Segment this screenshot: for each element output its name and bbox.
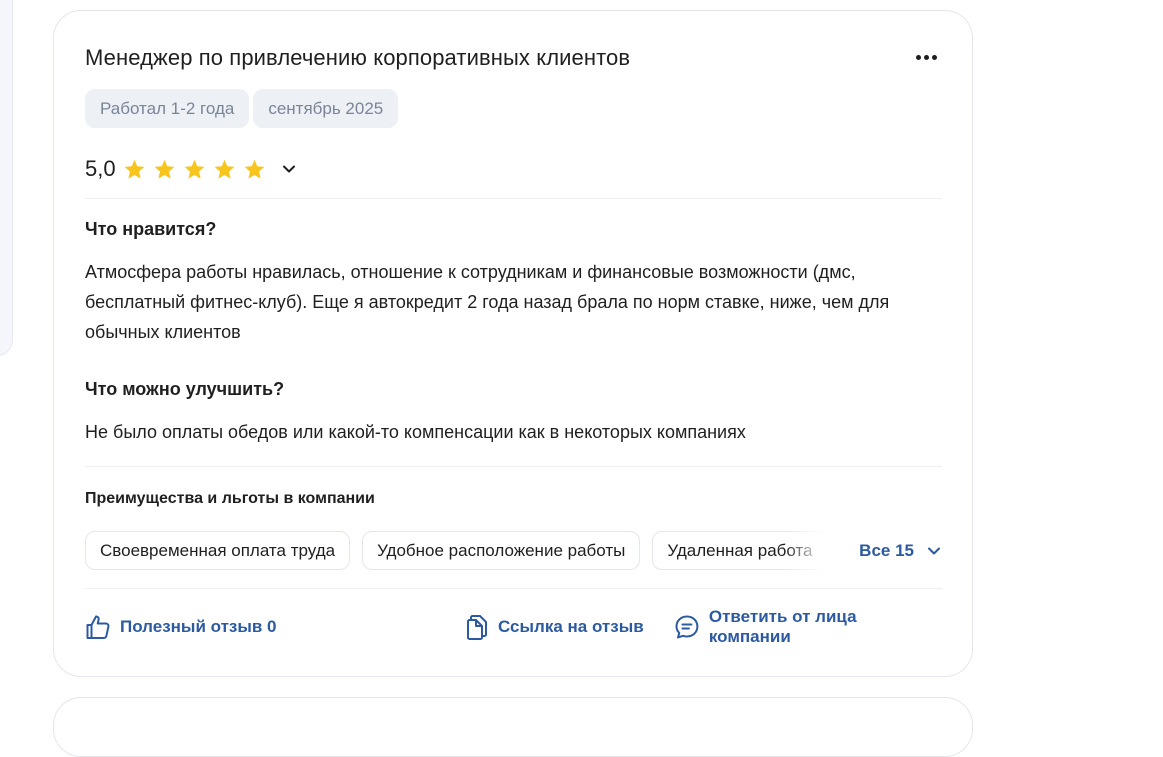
date-tag: сентябрь 2025 (253, 89, 399, 128)
copy-link-button[interactable]: Ссылка на отзыв (465, 611, 644, 643)
show-all-benefits-button[interactable]: Все 15 (824, 531, 942, 571)
divider (85, 198, 942, 199)
star-icon (123, 158, 146, 181)
benefit-chip[interactable]: Удобное расположение работы (362, 531, 641, 570)
pros-heading: Что нравится? (85, 219, 217, 239)
review-title: Менеджер по привлечению корпоративных кл… (85, 45, 631, 70)
review-actions: Полезный отзыв 0 Ссылка на отзыв Ответит… (85, 607, 942, 646)
more-horizontal-icon (915, 54, 921, 60)
experience-tag: Работал 1-2 года (85, 89, 250, 128)
reply-label: Ответить от лица компании (708, 607, 857, 646)
benefit-chip[interactable]: Своевременная оплата труда (85, 531, 351, 570)
reply-as-company-button[interactable]: Ответить от лица компании (674, 607, 942, 646)
review-tags: Работал 1-2 года сентябрь 2025 (85, 89, 399, 128)
chips-fade (784, 531, 824, 571)
thumbs-up-icon (86, 615, 110, 639)
side-panel (0, 0, 13, 356)
helpful-button[interactable]: Полезный отзыв 0 (85, 611, 277, 643)
cons-heading: Что можно улучшить? (85, 379, 285, 399)
copy-link-label: Ссылка на отзыв (498, 617, 644, 636)
rating-value: 5,0 (85, 156, 116, 181)
more-options-button[interactable] (912, 47, 940, 67)
next-review-card (53, 697, 973, 757)
chevron-down-icon (928, 547, 940, 555)
copy-icon (467, 615, 487, 640)
pros-text: Атмосфера работы нравилась, отношение к … (85, 262, 890, 342)
star-icon (183, 158, 206, 181)
star-icon (213, 158, 236, 181)
divider (85, 466, 942, 467)
star-icon (153, 158, 176, 181)
rating-row: 5,0 (85, 156, 297, 182)
helpful-label: Полезный отзыв 0 (120, 617, 277, 636)
chat-icon (675, 615, 699, 639)
rating-details-toggle[interactable] (281, 161, 297, 177)
star-icon (243, 158, 266, 181)
divider (85, 588, 942, 589)
show-all-label: Все 15 (859, 541, 914, 560)
rating-stars (123, 158, 266, 181)
chevron-down-icon (282, 165, 295, 173)
review-card: Менеджер по привлечению корпоративных кл… (53, 10, 973, 677)
cons-text: Не было оплаты обедов или какой-то компе… (85, 422, 746, 442)
benefits-heading: Преимущества и льготы в компании (85, 490, 375, 507)
